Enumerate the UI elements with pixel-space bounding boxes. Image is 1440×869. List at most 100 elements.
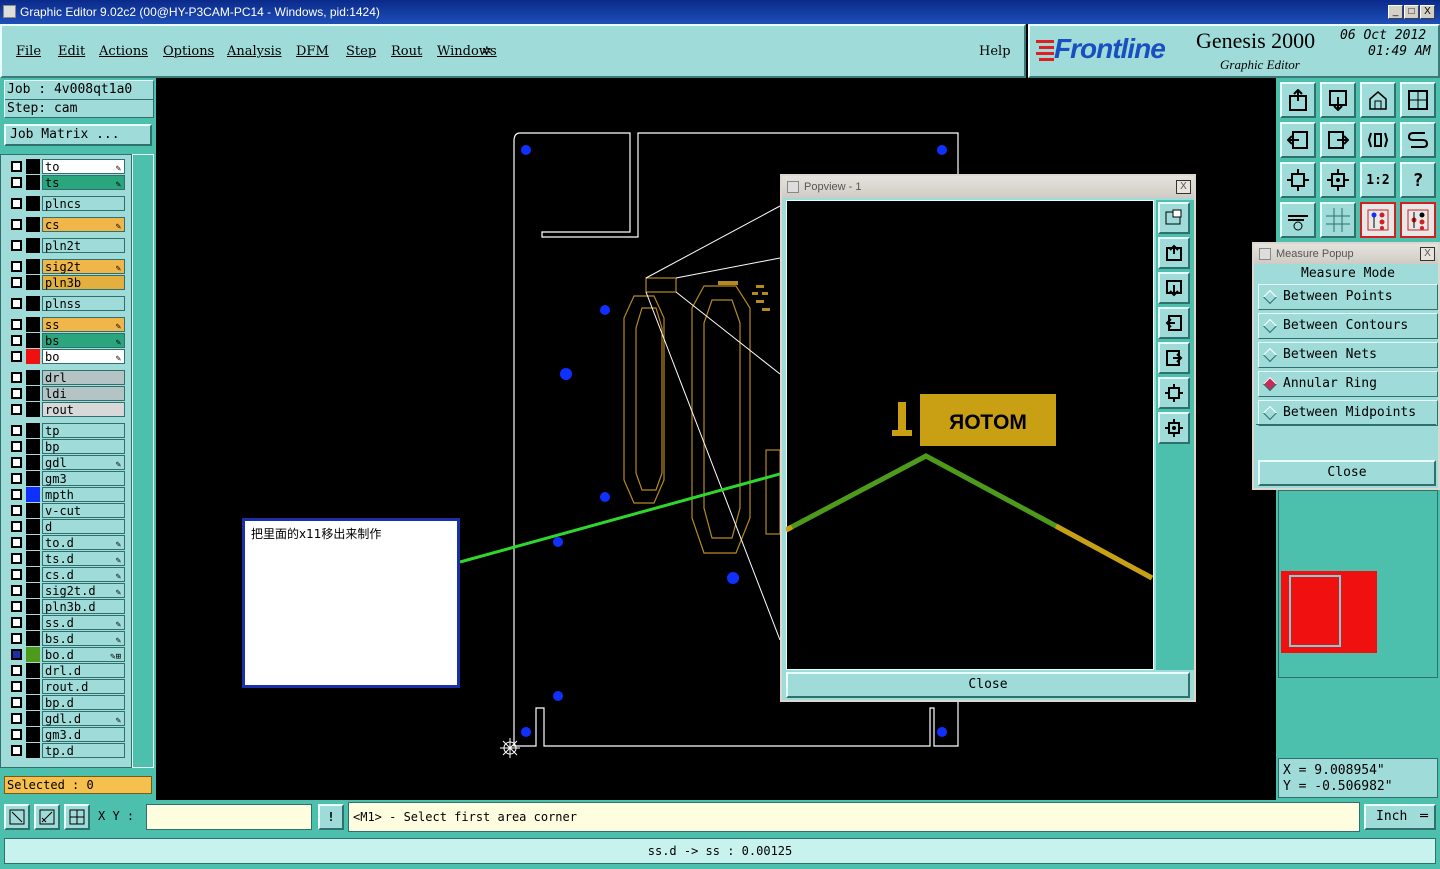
layer-name[interactable]: pln2t [42, 238, 125, 253]
layer-color-swatch[interactable] [26, 439, 40, 454]
layer-visibility-checkbox[interactable] [11, 553, 22, 564]
layer-row[interactable]: bp.d [7, 695, 125, 710]
layer-visibility-checkbox[interactable] [11, 473, 22, 484]
layer-row[interactable]: gm3.d [7, 727, 125, 742]
layer-visibility-checkbox[interactable] [11, 351, 22, 362]
snap-icon[interactable] [1400, 122, 1436, 158]
layer-color-swatch[interactable] [26, 370, 40, 385]
layer-visibility-checkbox[interactable] [11, 177, 22, 188]
layer-row[interactable]: d [7, 519, 125, 534]
layer-name[interactable]: rout.d [42, 679, 125, 694]
layer-name[interactable]: ss.d ✎ [42, 615, 125, 630]
layer-name[interactable]: pln3b.d [42, 599, 125, 614]
layer-name[interactable]: mpth [42, 487, 125, 502]
layer-color-swatch[interactable] [26, 519, 40, 534]
layer-color-swatch[interactable] [26, 583, 40, 598]
layer-name[interactable]: gm3 [42, 471, 125, 486]
zoom-home-icon[interactable] [1280, 82, 1316, 118]
measure-close-button[interactable]: Close [1258, 460, 1436, 486]
home-icon[interactable] [1360, 82, 1396, 118]
layer-row[interactable]: bp [7, 439, 125, 454]
layer-visibility-checkbox[interactable] [11, 335, 22, 346]
layer-row[interactable]: bo.d ✎⊞ [7, 647, 125, 662]
layer-name[interactable]: bs.d ✎ [42, 631, 125, 646]
layer-row[interactable]: rout [7, 402, 125, 417]
layer-color-swatch[interactable] [26, 423, 40, 438]
layer-name[interactable]: tp.d [42, 743, 125, 758]
layer-row[interactable]: cs.d ✎ [7, 567, 125, 582]
popview-fit-icon[interactable] [1158, 377, 1190, 409]
tools-icon[interactable] [1280, 202, 1316, 238]
layer-color-swatch[interactable] [26, 455, 40, 470]
layer-row[interactable]: rout.d [7, 679, 125, 694]
layer-row[interactable]: ldi [7, 386, 125, 401]
layer-color-swatch[interactable] [26, 296, 40, 311]
layer-name[interactable]: ss ✎ [42, 317, 125, 332]
layer-name[interactable]: d [42, 519, 125, 534]
layer-name[interactable]: bp.d [42, 695, 125, 710]
layer-color-swatch[interactable] [26, 663, 40, 678]
layer-row[interactable]: tp [7, 423, 125, 438]
menu-analysis[interactable]: Analysis [227, 44, 282, 59]
layer-top-icon[interactable] [1360, 202, 1396, 238]
layer-name[interactable]: gdl.d ✎ [42, 711, 125, 726]
measure-option[interactable]: Between Contours [1258, 313, 1438, 339]
layer-row[interactable]: pln2t [7, 238, 125, 253]
popview-zoom-in-icon[interactable] [1158, 237, 1190, 269]
layer-visibility-checkbox[interactable] [11, 585, 22, 596]
pan-left-icon[interactable] [1280, 122, 1316, 158]
layer-color-swatch[interactable] [26, 695, 40, 710]
layer-name[interactable]: rout [42, 402, 125, 417]
layer-row[interactable]: plnss [7, 296, 125, 311]
layer-name[interactable]: cs.d ✎ [42, 567, 125, 582]
layer-visibility-checkbox[interactable] [11, 617, 22, 628]
zoom-area-icon[interactable] [4, 804, 30, 830]
scale-1-2-icon[interactable]: 1:2 [1360, 162, 1396, 198]
popview-pan-right-icon[interactable] [1158, 342, 1190, 374]
layer-visibility-checkbox[interactable] [11, 729, 22, 740]
layer-row[interactable]: pln3b [7, 275, 125, 290]
layer-visibility-checkbox[interactable] [11, 298, 22, 309]
layer-visibility-checkbox[interactable] [11, 372, 22, 383]
layer-color-swatch[interactable] [26, 711, 40, 726]
layer-color-swatch[interactable] [26, 535, 40, 550]
layer-color-swatch[interactable] [26, 471, 40, 486]
layer-visibility-checkbox[interactable] [11, 277, 22, 288]
layer-row[interactable]: to ✎ [7, 159, 125, 174]
layer-name[interactable]: drl.d [42, 663, 125, 678]
layer-name[interactable]: sig2t ✎ [42, 259, 125, 274]
xy-input[interactable] [146, 804, 312, 830]
layer-name[interactable]: pln3b [42, 275, 125, 290]
job-matrix-button[interactable]: Job Matrix ... [4, 124, 152, 146]
layer-color-swatch[interactable] [26, 317, 40, 332]
minimize-button[interactable]: _ [1388, 5, 1403, 19]
layer-color-swatch[interactable] [26, 599, 40, 614]
overview-map[interactable] [1278, 490, 1438, 678]
layer-visibility-checkbox[interactable] [11, 601, 22, 612]
menu-help[interactable]: Help [979, 44, 1011, 59]
layer-visibility-checkbox[interactable] [11, 665, 22, 676]
layer-row[interactable]: bs.d ✎ [7, 631, 125, 646]
layer-name[interactable]: v-cut [42, 503, 125, 518]
layer-name[interactable]: cs ✎ [42, 217, 125, 232]
layer-bottom-icon[interactable] [1400, 202, 1436, 238]
layer-visibility-checkbox[interactable] [11, 633, 22, 644]
layer-visibility-checkbox[interactable] [11, 219, 22, 230]
layer-row[interactable]: to.d ✎ [7, 535, 125, 550]
layer-color-swatch[interactable] [26, 402, 40, 417]
layer-visibility-checkbox[interactable] [11, 489, 22, 500]
menu-rout[interactable]: Rout [391, 44, 422, 59]
unit-selector[interactable]: Inch ═ [1364, 804, 1436, 830]
layer-visibility-checkbox[interactable] [11, 713, 22, 724]
layer-row[interactable]: gm3 [7, 471, 125, 486]
layer-color-swatch[interactable] [26, 259, 40, 274]
layer-color-swatch[interactable] [26, 275, 40, 290]
snap-grid-icon[interactable] [64, 804, 90, 830]
measure-option[interactable]: Between Points [1258, 284, 1438, 310]
layer-name[interactable]: plnss [42, 296, 125, 311]
measure-option[interactable]: Annular Ring [1258, 371, 1438, 397]
maximize-button[interactable]: □ [1404, 5, 1419, 19]
layer-color-swatch[interactable] [26, 349, 40, 364]
measure-close-x[interactable]: X [1420, 247, 1435, 261]
layer-visibility-checkbox[interactable] [11, 537, 22, 548]
